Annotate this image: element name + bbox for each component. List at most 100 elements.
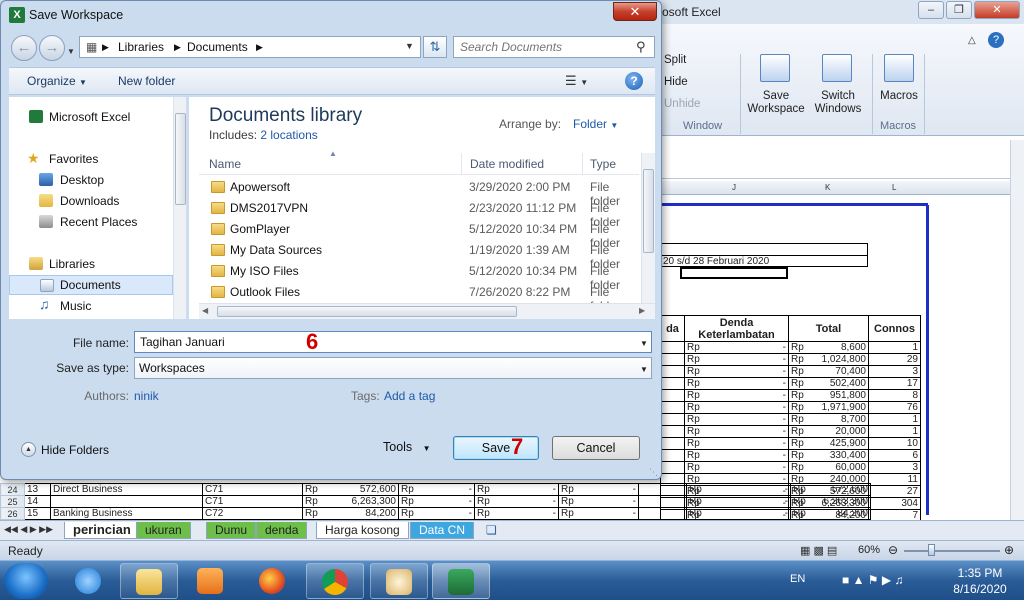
table-cell[interactable]: Rp - bbox=[684, 461, 789, 474]
connos-value[interactable]: 76 bbox=[868, 401, 921, 414]
resize-grip-icon[interactable]: ⋱ bbox=[649, 467, 658, 478]
table-cell[interactable]: Rp - bbox=[558, 507, 639, 520]
zoom-level[interactable]: 60% bbox=[858, 544, 880, 556]
column-name[interactable]: Name bbox=[209, 157, 241, 171]
column-type[interactable]: Type bbox=[590, 157, 616, 171]
nav-desktop[interactable]: Desktop bbox=[9, 170, 173, 190]
refresh-button[interactable]: ⇅ bbox=[423, 36, 447, 58]
excel-vertical-scrollbar[interactable] bbox=[1010, 140, 1024, 520]
tray-icons[interactable]: ■ ▲ ⚑ ▶ ♫ bbox=[842, 573, 903, 587]
views-icon[interactable]: ☰ ▼ bbox=[565, 73, 588, 89]
taskbar-ie[interactable] bbox=[60, 563, 118, 599]
connos-value[interactable]: 1 bbox=[868, 341, 921, 354]
connos-value[interactable]: 304 bbox=[868, 497, 921, 510]
table-cell[interactable] bbox=[660, 365, 685, 378]
chevron-down-icon[interactable]: ▼ bbox=[640, 365, 648, 374]
arrange-by-dropdown[interactable]: Folder ▼ bbox=[573, 117, 618, 131]
ribbon-collapse-icon[interactable]: △ bbox=[968, 35, 976, 46]
table-cell[interactable]: Rp - bbox=[684, 365, 789, 378]
tab-dumu[interactable]: Dumu bbox=[206, 522, 257, 539]
table-cell[interactable]: Rp 6,263,300 bbox=[790, 495, 871, 508]
table-cell[interactable]: Rp - bbox=[686, 507, 791, 520]
file-row[interactable]: GomPlayer 5/12/2020 10:34 PM File folder bbox=[199, 219, 639, 250]
table-cell[interactable] bbox=[660, 389, 685, 402]
help-icon[interactable]: ? bbox=[625, 72, 643, 90]
table-cell[interactable]: Banking Business bbox=[50, 507, 203, 520]
tab-harga-kosong[interactable]: Harga kosong bbox=[316, 522, 409, 539]
table-cell[interactable]: Rp - bbox=[398, 495, 475, 508]
table-cell[interactable]: Rp - bbox=[684, 413, 789, 426]
search-box[interactable]: ⚲ bbox=[453, 36, 655, 58]
back-button[interactable]: ← bbox=[11, 35, 37, 61]
table-cell[interactable] bbox=[638, 495, 687, 508]
nav-downloads[interactable]: Downloads bbox=[9, 191, 173, 211]
table-cell[interactable]: Rp - bbox=[398, 507, 475, 520]
file-row[interactable]: DMS2017VPN 2/23/2020 11:12 PM File folder bbox=[199, 198, 639, 229]
taskbar-explorer[interactable] bbox=[120, 563, 178, 599]
connos-value[interactable]: 10 bbox=[868, 437, 921, 450]
table-cell[interactable]: C71 bbox=[202, 495, 303, 508]
table-cell[interactable] bbox=[638, 507, 687, 520]
table-cell[interactable]: Rp - bbox=[684, 425, 789, 438]
switch-windows-button[interactable]: Switch Windows bbox=[807, 90, 869, 116]
nav-recent-places[interactable]: Recent Places bbox=[9, 212, 173, 232]
taskbar-firefox[interactable] bbox=[244, 563, 302, 599]
connos-value[interactable]: 3 bbox=[868, 365, 921, 378]
taskbar-paint[interactable] bbox=[370, 563, 428, 599]
scroll-thumb[interactable] bbox=[175, 113, 186, 205]
hide-button[interactable]: Hide bbox=[664, 76, 688, 89]
table-cell[interactable]: Rp - bbox=[684, 353, 789, 366]
taskbar-chrome[interactable] bbox=[306, 563, 364, 599]
scroll-right-icon[interactable]: ▶ bbox=[639, 306, 645, 315]
breadcrumb-documents[interactable]: Documents bbox=[187, 40, 248, 54]
search-icon[interactable]: ⚲ bbox=[636, 39, 646, 55]
column-header-j[interactable]: J bbox=[732, 183, 736, 192]
taskbar-media[interactable] bbox=[182, 563, 240, 599]
table-cell[interactable]: Rp - bbox=[684, 341, 789, 354]
table-cell[interactable]: Rp 502,400 bbox=[788, 377, 869, 390]
new-folder-button[interactable]: New folder bbox=[118, 74, 175, 88]
table-cell[interactable]: Rp 425,900 bbox=[788, 437, 869, 450]
row-header[interactable]: 24 bbox=[0, 483, 25, 496]
connos-value[interactable]: 7 bbox=[868, 509, 921, 520]
table-cell[interactable]: Rp 84,200 bbox=[302, 507, 399, 520]
table-cell[interactable] bbox=[660, 449, 685, 462]
table-cell[interactable]: Rp 1,971,900 bbox=[788, 401, 869, 414]
table-cell[interactable]: Rp - bbox=[686, 483, 791, 496]
table-cell[interactable]: Rp - bbox=[684, 449, 789, 462]
tab-data-cn[interactable]: Data CN bbox=[410, 522, 475, 539]
add-tag-link[interactable]: Add a tag bbox=[384, 389, 435, 403]
table-cell[interactable]: 13 bbox=[24, 483, 51, 496]
zoom-out-icon[interactable]: ⊖ bbox=[888, 543, 898, 557]
clock[interactable]: 1:35 PM 8/16/2020 bbox=[940, 565, 1020, 597]
save-workspace-button[interactable]: Save Workspace bbox=[745, 90, 807, 116]
tab-ukuran[interactable]: ukuran bbox=[136, 522, 191, 539]
file-name-input[interactable] bbox=[140, 335, 630, 349]
zoom-slider[interactable] bbox=[904, 550, 1000, 552]
table-cell[interactable]: Rp - bbox=[398, 483, 475, 496]
selected-cell[interactable] bbox=[680, 267, 788, 279]
table-cell[interactable]: Rp - bbox=[684, 401, 789, 414]
table-cell[interactable] bbox=[660, 353, 685, 366]
organize-menu[interactable]: Organize ▼ bbox=[27, 74, 87, 88]
chevron-down-icon[interactable]: ▼ bbox=[640, 339, 648, 348]
new-sheet-icon[interactable]: ❏ bbox=[486, 523, 497, 537]
connos-value[interactable]: 11 bbox=[868, 473, 921, 486]
file-name-field[interactable]: ▼ bbox=[134, 331, 652, 353]
table-cell[interactable]: 15 bbox=[24, 507, 51, 520]
file-row[interactable]: My ISO Files 5/12/2020 10:34 PM File folde… bbox=[199, 261, 639, 292]
connos-value[interactable]: 3 bbox=[868, 461, 921, 474]
table-cell[interactable]: Rp - bbox=[558, 495, 639, 508]
table-cell[interactable]: Rp 60,000 bbox=[788, 461, 869, 474]
table-cell[interactable]: 14 bbox=[24, 495, 51, 508]
table-cell[interactable]: Rp 330,400 bbox=[788, 449, 869, 462]
tab-perincian[interactable]: perincian bbox=[64, 522, 140, 539]
column-separator[interactable] bbox=[582, 153, 583, 175]
locations-link[interactable]: 2 locations bbox=[260, 128, 317, 142]
table-cell[interactable]: Rp 6,263,300 bbox=[302, 495, 399, 508]
table-cell[interactable] bbox=[660, 437, 685, 450]
zoom-in-icon[interactable]: ⊕ bbox=[1004, 543, 1014, 557]
table-cell[interactable]: Rp 8,600 bbox=[788, 341, 869, 354]
minimize-button[interactable]: – bbox=[918, 1, 944, 19]
table-cell[interactable]: Rp - bbox=[558, 483, 639, 496]
